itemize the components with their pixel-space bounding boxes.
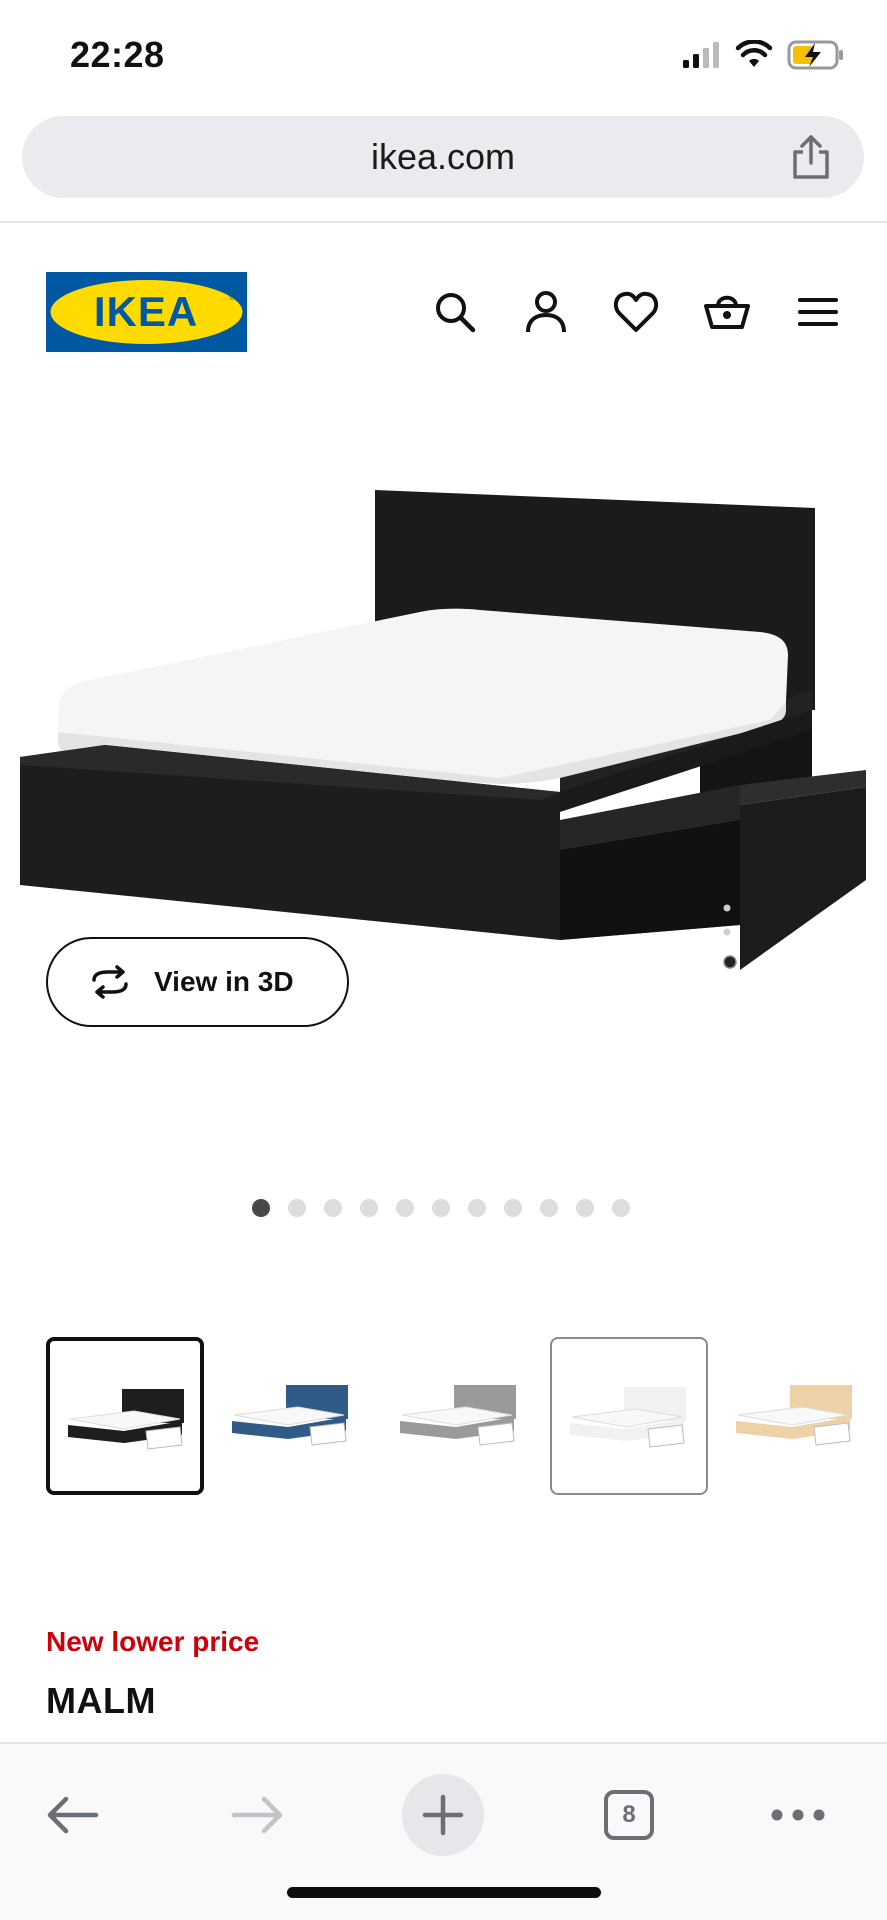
- svg-text:IKEA: IKEA: [94, 288, 198, 335]
- gallery-dot[interactable]: [432, 1199, 450, 1217]
- more-button[interactable]: [768, 1780, 828, 1850]
- gallery-dot[interactable]: [252, 1199, 270, 1217]
- gallery-pagination: [252, 1199, 630, 1217]
- address-bar[interactable]: ikea.com: [22, 116, 864, 198]
- variant-thumb-blue[interactable]: [214, 1337, 372, 1495]
- gallery-dot[interactable]: [612, 1199, 630, 1217]
- svg-text:®: ®: [229, 292, 236, 302]
- gallery-dot[interactable]: [288, 1199, 306, 1217]
- account-icon[interactable]: [523, 289, 569, 335]
- menu-icon[interactable]: [795, 289, 841, 335]
- variant-thumb-grey[interactable]: [382, 1337, 540, 1495]
- forward-button[interactable]: [228, 1780, 288, 1850]
- battery-charging-icon: [787, 40, 843, 70]
- tabs-button[interactable]: 8: [601, 1780, 657, 1850]
- view-in-3d-label: View in 3D: [154, 966, 294, 997]
- gallery-dot[interactable]: [396, 1199, 414, 1217]
- status-icons: [681, 38, 845, 72]
- home-indicator: [287, 1887, 601, 1898]
- variant-thumb-oak[interactable]: [718, 1337, 876, 1495]
- heart-icon[interactable]: [613, 289, 659, 335]
- gallery-dot[interactable]: [360, 1199, 378, 1217]
- gallery-dot[interactable]: [468, 1199, 486, 1217]
- variant-thumb-white[interactable]: [550, 1337, 708, 1495]
- rotate-3d-icon: [92, 965, 128, 999]
- product-main-image[interactable]: [0, 380, 887, 1000]
- browser-toolbar: 8: [0, 1742, 887, 1920]
- arrow-left-icon: [47, 1796, 99, 1834]
- new-tab-button[interactable]: [402, 1774, 484, 1856]
- price-badge: New lower price: [46, 1626, 260, 1657]
- search-icon[interactable]: [432, 289, 478, 335]
- gallery-dot[interactable]: [540, 1199, 558, 1217]
- basket-icon[interactable]: [704, 289, 750, 335]
- cellular-signal-icon: [683, 42, 719, 68]
- view-in-3d-button[interactable]: View in 3D: [46, 937, 349, 1027]
- gallery-dot[interactable]: [576, 1199, 594, 1217]
- variant-thumbnails: [46, 1337, 887, 1497]
- divider: [0, 221, 887, 223]
- variant-thumb-black-brown[interactable]: [46, 1337, 204, 1495]
- status-time: 22:28: [70, 34, 165, 75]
- url-text[interactable]: ikea.com: [22, 136, 864, 178]
- product-name: MALM: [46, 1680, 156, 1721]
- ikea-logo[interactable]: IKEA ®: [46, 272, 247, 352]
- more-dots-icon: [771, 1809, 825, 1821]
- back-button[interactable]: [42, 1780, 102, 1850]
- gallery-dot[interactable]: [504, 1199, 522, 1217]
- plus-icon: [422, 1794, 464, 1836]
- arrow-right-icon: [231, 1796, 283, 1834]
- share-icon[interactable]: [788, 133, 834, 181]
- wifi-icon: [735, 40, 773, 67]
- status-bar: 22:28: [0, 0, 887, 110]
- tab-count: 8: [604, 1790, 654, 1840]
- gallery-dot[interactable]: [324, 1199, 342, 1217]
